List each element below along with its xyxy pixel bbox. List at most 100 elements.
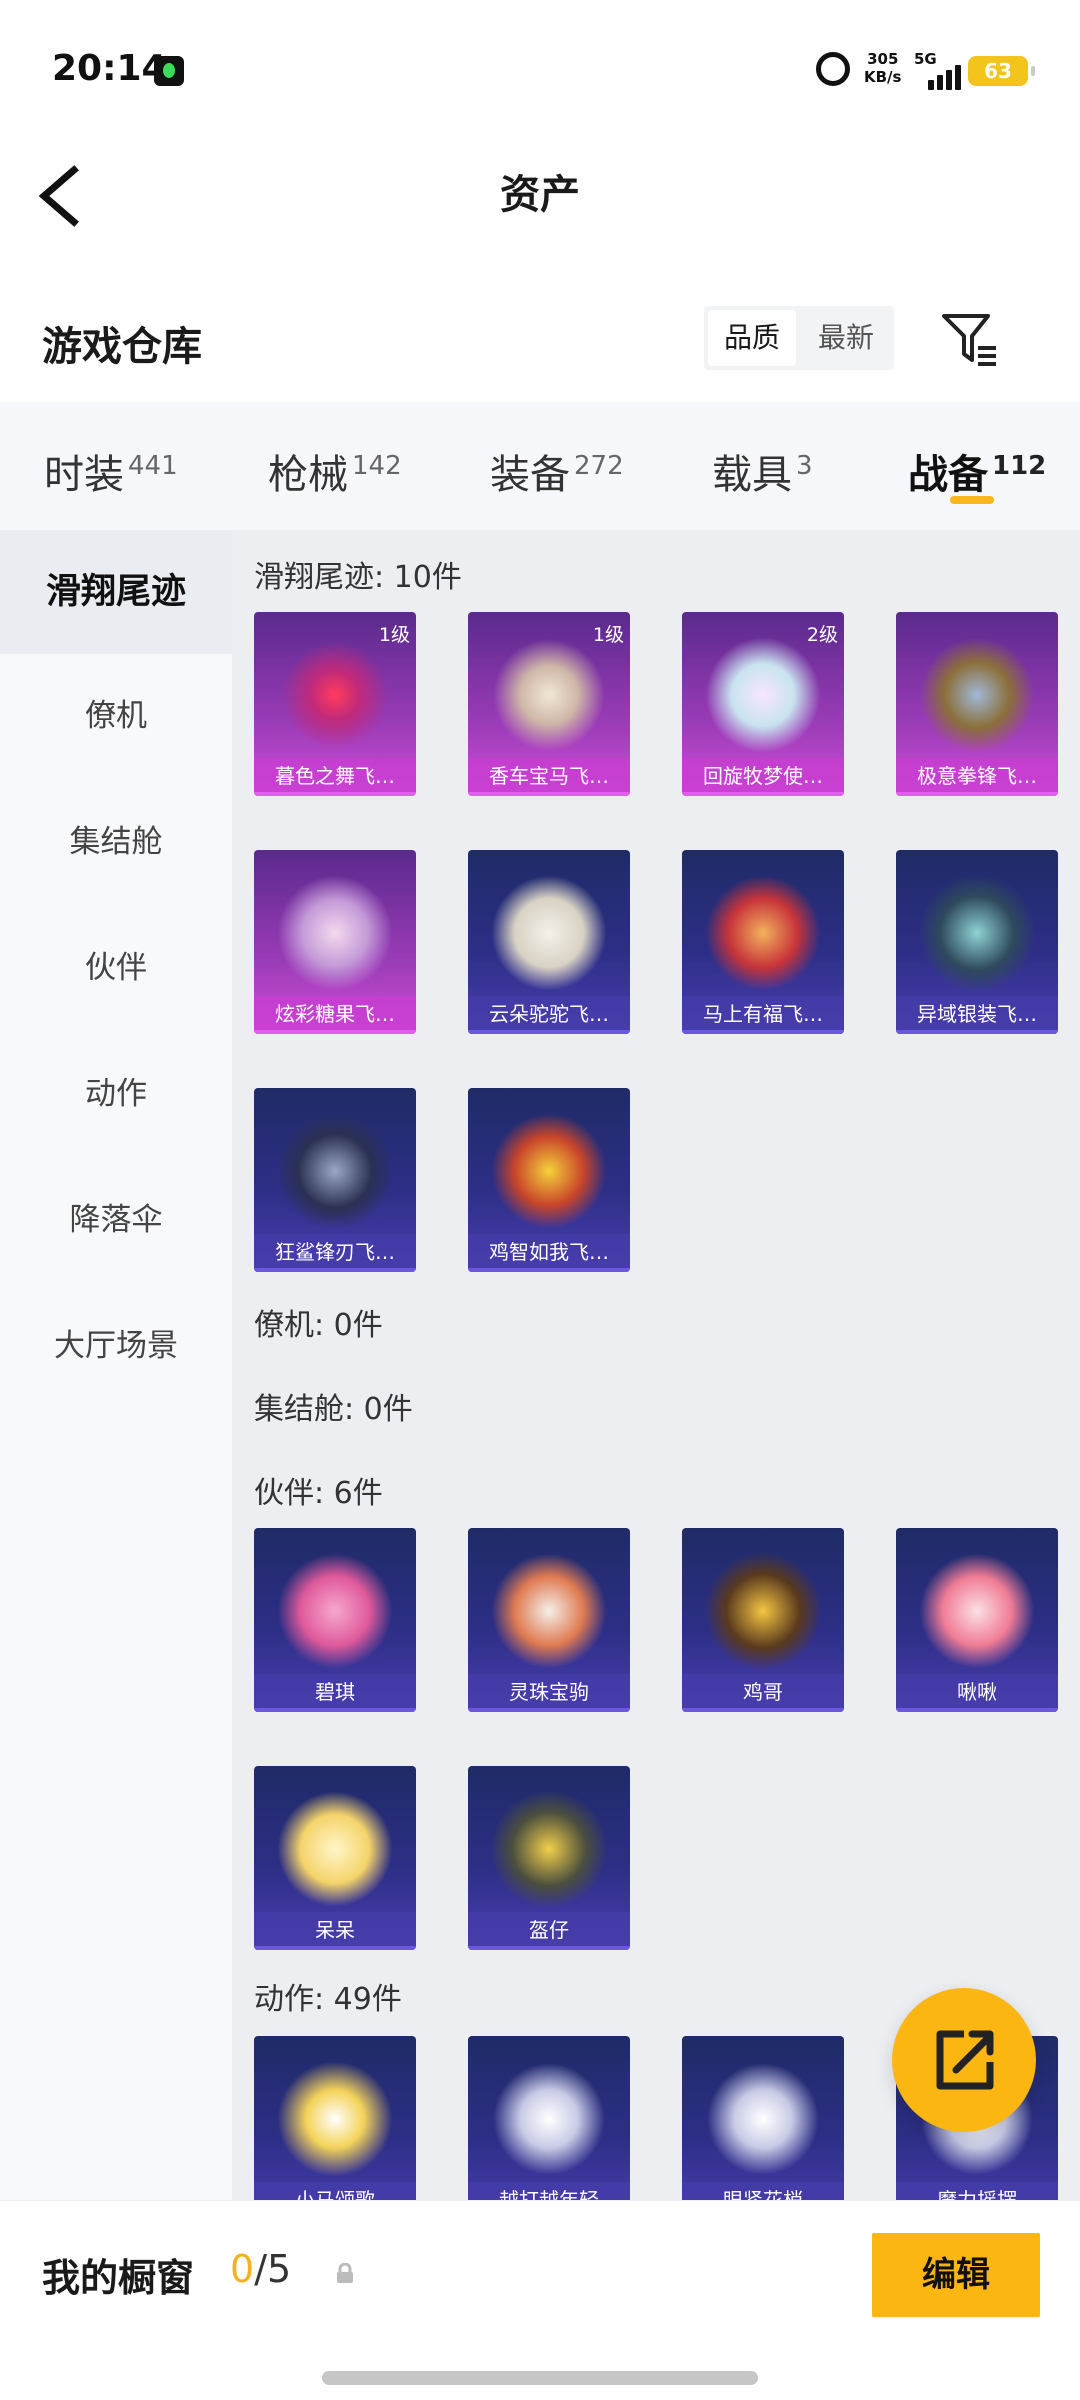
item-image xyxy=(492,2060,606,2178)
item-name: 魔力摇摆 xyxy=(896,2182,1058,2200)
item-card[interactable]: 云朵驼驼飞… xyxy=(468,850,630,1034)
item-card[interactable]: 眼紧花梢 xyxy=(682,2036,844,2200)
status-bar: 20:14 305 KB/s 5G 63 xyxy=(0,0,1080,140)
tab-label: 枪械 xyxy=(268,452,348,498)
item-card[interactable]: 小马颂歌 xyxy=(254,2036,416,2200)
group-label-wingman: 僚机: 0件 xyxy=(254,1308,383,1343)
sort-toggle: 品质 最新 xyxy=(704,306,894,370)
item-name: 马上有福飞… xyxy=(682,996,844,1034)
item-image xyxy=(278,1790,392,1908)
item-name: 异域银装飞… xyxy=(896,996,1058,1034)
item-card[interactable]: 1级 香车宝马飞… xyxy=(468,612,630,796)
side-item-wingman[interactable]: 僚机 xyxy=(0,654,232,778)
item-name: 鸡智如我飞… xyxy=(468,1234,630,1272)
alarm-icon xyxy=(816,52,850,86)
item-image xyxy=(706,636,820,754)
tab-count: 142 xyxy=(352,451,402,481)
tab-fashion[interactable]: 时装 441 xyxy=(44,442,178,500)
edit-button[interactable]: 编辑 xyxy=(872,2233,1040,2317)
item-level: 1级 xyxy=(592,624,624,646)
item-name: 暮色之舞飞… xyxy=(254,758,416,796)
item-image xyxy=(278,2060,392,2178)
tab-count: 272 xyxy=(574,451,624,481)
item-card[interactable]: 呆呆 xyxy=(254,1766,416,1950)
item-card[interactable]: 狂鲨锋刃飞… xyxy=(254,1088,416,1272)
item-level: 1级 xyxy=(378,624,410,646)
showcase-label: 我的橱窗 xyxy=(42,2256,195,2300)
item-card[interactable]: 鸡智如我飞… xyxy=(468,1088,630,1272)
item-name: 碧琪 xyxy=(254,1674,416,1712)
share-icon xyxy=(936,2030,994,2090)
tab-label: 载具 xyxy=(712,452,792,498)
item-card[interactable]: 2级 回旋牧梦使… xyxy=(682,612,844,796)
item-image xyxy=(278,636,392,754)
side-item-emote[interactable]: 动作 xyxy=(0,1032,232,1156)
section-title: 游戏仓库 xyxy=(42,324,202,370)
battery-indicator: 63 xyxy=(968,56,1035,86)
filter-icon xyxy=(942,314,996,366)
side-item-partner[interactable]: 伙伴 xyxy=(0,906,232,1030)
item-image xyxy=(492,636,606,754)
item-image xyxy=(278,1112,392,1230)
home-indicator[interactable] xyxy=(322,2371,758,2385)
item-card[interactable]: 盔仔 xyxy=(468,1766,630,1950)
showcase-count: 0/5 xyxy=(230,2247,291,2291)
lock-icon xyxy=(334,2262,356,2285)
tab-battle-prep[interactable]: 战备 112 xyxy=(908,442,1046,500)
tab-vehicles[interactable]: 载具 3 xyxy=(712,442,813,500)
network-type: 5G xyxy=(914,50,937,68)
item-name: 炫彩糖果飞… xyxy=(254,996,416,1034)
tab-count: 3 xyxy=(796,451,813,481)
item-card[interactable]: 越打越年轻 xyxy=(468,2036,630,2200)
item-name: 鸡哥 xyxy=(682,1674,844,1712)
item-image xyxy=(706,2060,820,2178)
sort-newest-button[interactable]: 最新 xyxy=(802,310,890,366)
item-image xyxy=(492,1790,606,1908)
side-item-parachute[interactable]: 降落伞 xyxy=(0,1158,232,1282)
signal-bar xyxy=(946,70,952,90)
nav-bar: 资产 xyxy=(0,140,1080,270)
bottom-bar: 我的橱窗 0/5 编辑 xyxy=(0,2200,1080,2400)
signal-bar xyxy=(955,65,961,90)
tab-equipment[interactable]: 装备 272 xyxy=(490,442,624,500)
item-card[interactable]: 鸡哥 xyxy=(682,1528,844,1712)
item-card[interactable]: 1级 暮色之舞飞… xyxy=(254,612,416,796)
tab-guns[interactable]: 枪械 142 xyxy=(268,442,402,500)
showcase-current: 0 xyxy=(230,2247,255,2291)
item-image xyxy=(278,1552,392,1670)
filter-button[interactable] xyxy=(936,306,1002,372)
item-card[interactable]: 啾啾 xyxy=(896,1528,1058,1712)
music-app-icon xyxy=(154,56,184,86)
item-name: 极意拳锋飞… xyxy=(896,758,1058,796)
group-label-partner: 伙伴: 6件 xyxy=(254,1476,383,1511)
item-image xyxy=(492,1552,606,1670)
signal-icon: 5G xyxy=(914,50,966,90)
sort-quality-button[interactable]: 品质 xyxy=(708,310,796,366)
item-image xyxy=(278,874,392,992)
side-item-lobby-scene[interactable]: 大厅场景 xyxy=(0,1284,232,1408)
item-image xyxy=(920,874,1034,992)
signal-bar xyxy=(937,75,943,90)
item-name: 狂鲨锋刃飞… xyxy=(254,1234,416,1272)
item-card[interactable]: 炫彩糖果飞… xyxy=(254,850,416,1034)
item-name: 回旋牧梦使… xyxy=(682,758,844,796)
item-image xyxy=(706,1552,820,1670)
share-button[interactable] xyxy=(892,1988,1036,2132)
item-name: 云朵驼驼飞… xyxy=(468,996,630,1034)
tab-label: 时装 xyxy=(44,452,124,498)
item-name: 越打越年轻 xyxy=(468,2182,630,2200)
item-level: 2级 xyxy=(806,624,838,646)
item-card[interactable]: 灵珠宝驹 xyxy=(468,1528,630,1712)
item-card[interactable]: 极意拳锋飞… xyxy=(896,612,1058,796)
section-header: 游戏仓库 品质 最新 xyxy=(0,290,1080,400)
item-card[interactable]: 碧琪 xyxy=(254,1528,416,1712)
side-item-capsule[interactable]: 集结舱 xyxy=(0,780,232,904)
signal-bar xyxy=(928,80,934,90)
net-speed-unit: KB/s xyxy=(864,68,902,86)
item-card[interactable]: 马上有福飞… xyxy=(682,850,844,1034)
item-name: 香车宝马飞… xyxy=(468,758,630,796)
item-image xyxy=(492,1112,606,1230)
item-card[interactable]: 异域银装飞… xyxy=(896,850,1058,1034)
item-name: 灵珠宝驹 xyxy=(468,1674,630,1712)
side-item-glide-trail[interactable]: 滑翔尾迹 xyxy=(0,530,232,654)
